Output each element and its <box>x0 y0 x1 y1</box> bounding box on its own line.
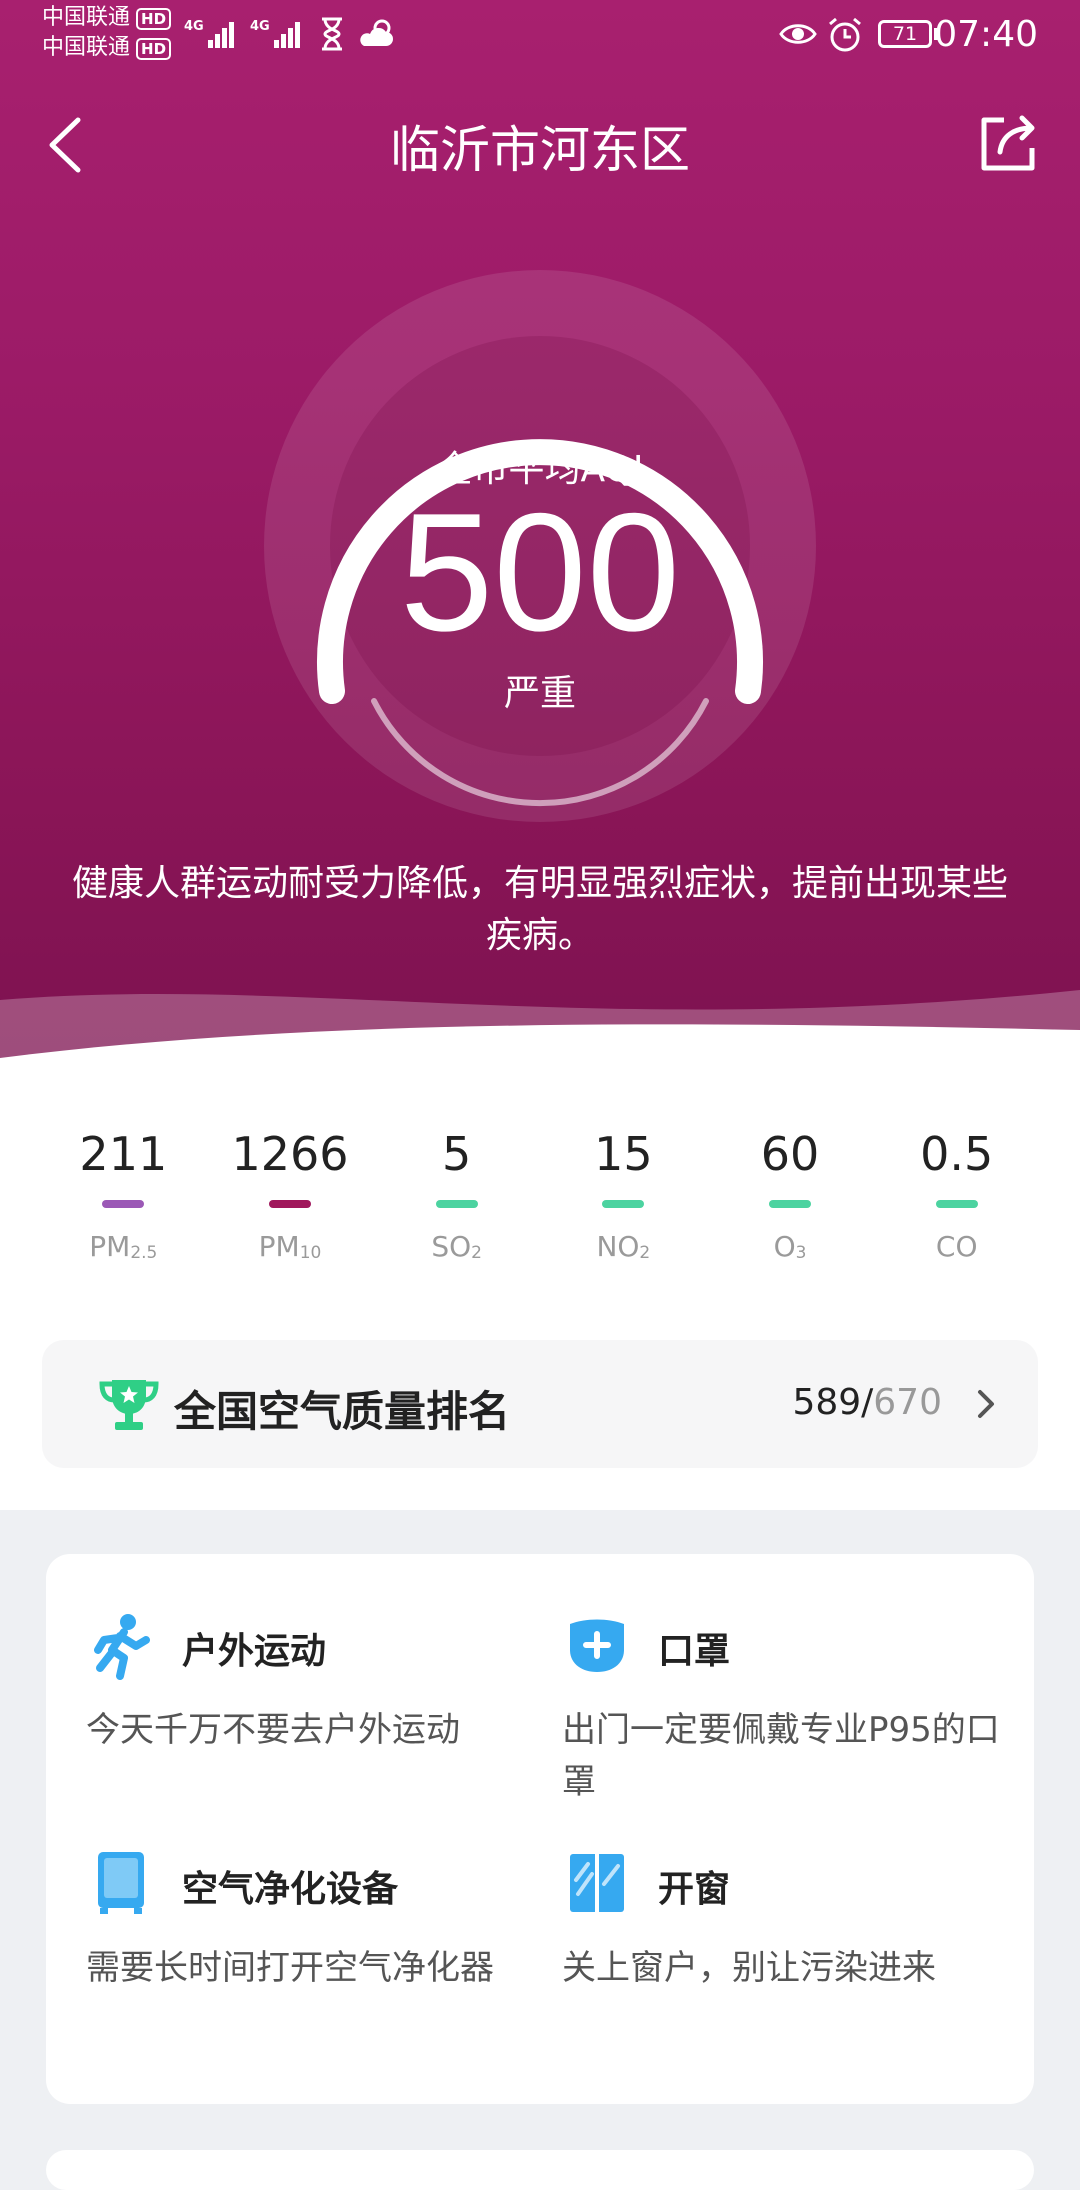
window-icon <box>570 1854 624 1912</box>
pollutant-name: CO <box>935 1230 978 1263</box>
status-bar: 中国联通 HD 中国联通 HD 4G 4G 71 07:40 <box>0 0 1080 72</box>
pollutant-so2[interactable]: 5 SO2 <box>373 1100 540 1290</box>
health-description: 健康人群运动耐受力降低，有明显强烈症状，提前出现某些疾病。 <box>71 863 1008 956</box>
pollutant-o3[interactable]: 60 O3 <box>707 1100 874 1290</box>
pollutant-value: 0.5 <box>920 1127 994 1181</box>
pollutant-list: 211 PM2.5 1266 PM10 5 SO2 15 NO2 60 O3 0… <box>40 1100 1040 1290</box>
aqi-hero: 中国联通 HD 中国联通 HD 4G 4G 71 07:40 临沂市河东区 全市… <box>0 0 1080 1070</box>
mask-icon <box>570 1619 624 1672</box>
svg-text:4G: 4G <box>250 19 270 34</box>
advice-title: 户外运动 <box>182 1631 327 1672</box>
battery-icon: 71 <box>878 20 932 48</box>
carrier-2: 中国联通 HD <box>42 34 172 62</box>
advice-title: 口罩 <box>658 1631 731 1672</box>
pollutant-value: 1266 <box>231 1127 349 1181</box>
ranking-value: 589/670 <box>792 1382 942 1423</box>
weather-icon <box>360 19 393 46</box>
pollutant-name: PM10 <box>258 1230 322 1263</box>
signal-icon: 4G <box>184 19 234 48</box>
clock: 07:40 <box>934 14 1038 55</box>
pollutant-value: 15 <box>594 1127 653 1181</box>
national-ranking-card[interactable]: 全国空气质量排名 589/670 <box>42 1340 1038 1468</box>
share-button[interactable] <box>974 108 1044 178</box>
trophy-icon <box>99 1380 159 1430</box>
advice-title: 空气净化设备 <box>182 1869 399 1910</box>
pollutant-level-bar <box>602 1200 645 1208</box>
air-purifier-icon <box>98 1852 144 1914</box>
next-card <box>46 2150 1034 2190</box>
pollutant-name: SO2 <box>431 1230 482 1263</box>
aqi-level: 严重 <box>503 673 576 714</box>
pollutant-pm25[interactable]: 211 PM2.5 <box>40 1100 207 1290</box>
pollutant-level-bar <box>935 1200 978 1208</box>
hourglass-icon <box>322 17 342 51</box>
pollutant-name: PM2.5 <box>89 1230 158 1263</box>
ranking-title: 全国空气质量排名 <box>174 1387 511 1436</box>
eye-comfort-icon <box>779 24 817 44</box>
advice-description: 出门一定要佩戴专业P95的口罩 <box>562 1710 1000 1802</box>
pollutant-value: 211 <box>79 1127 168 1181</box>
pollutant-level-bar <box>435 1200 478 1208</box>
pollutant-level-bar <box>269 1200 311 1208</box>
wave-divider <box>0 990 1080 1070</box>
pollutant-pm10[interactable]: 1266 PM10 <box>207 1100 374 1290</box>
page-title: 临沂市河东区 <box>390 121 690 179</box>
running-person-icon <box>94 1614 150 1680</box>
pollutant-level-bar <box>769 1200 812 1208</box>
svg-text:4G: 4G <box>184 19 204 34</box>
pollutant-level-bar <box>102 1200 145 1208</box>
aqi-value: 500 <box>399 478 681 666</box>
advice-description: 关上窗户，别让污染进来 <box>562 1948 936 1988</box>
pollutant-no2[interactable]: 15 NO2 <box>540 1100 707 1290</box>
pollutant-co[interactable]: 0.5 CO <box>873 1100 1040 1290</box>
alarm-icon <box>829 17 861 52</box>
pollutant-value: 60 <box>760 1127 820 1181</box>
signal-icon-2: 4G <box>250 19 300 48</box>
advice-description: 需要长时间打开空气净化器 <box>86 1948 494 1988</box>
pollutant-name: NO2 <box>596 1230 651 1263</box>
pollutant-name: O3 <box>773 1230 807 1263</box>
advice-title: 开窗 <box>658 1869 731 1910</box>
health-advice-card: 户外运动 今天千万不要去户外运动 口罩 出门一定要佩戴专业P95的口罩 空气净化… <box>46 1554 1034 2104</box>
chevron-right-icon <box>978 1390 994 1418</box>
advice-description: 今天千万不要去户外运动 <box>86 1710 460 1750</box>
pollutant-value: 5 <box>442 1127 472 1181</box>
carrier-1: 中国联通 HD <box>42 4 172 32</box>
